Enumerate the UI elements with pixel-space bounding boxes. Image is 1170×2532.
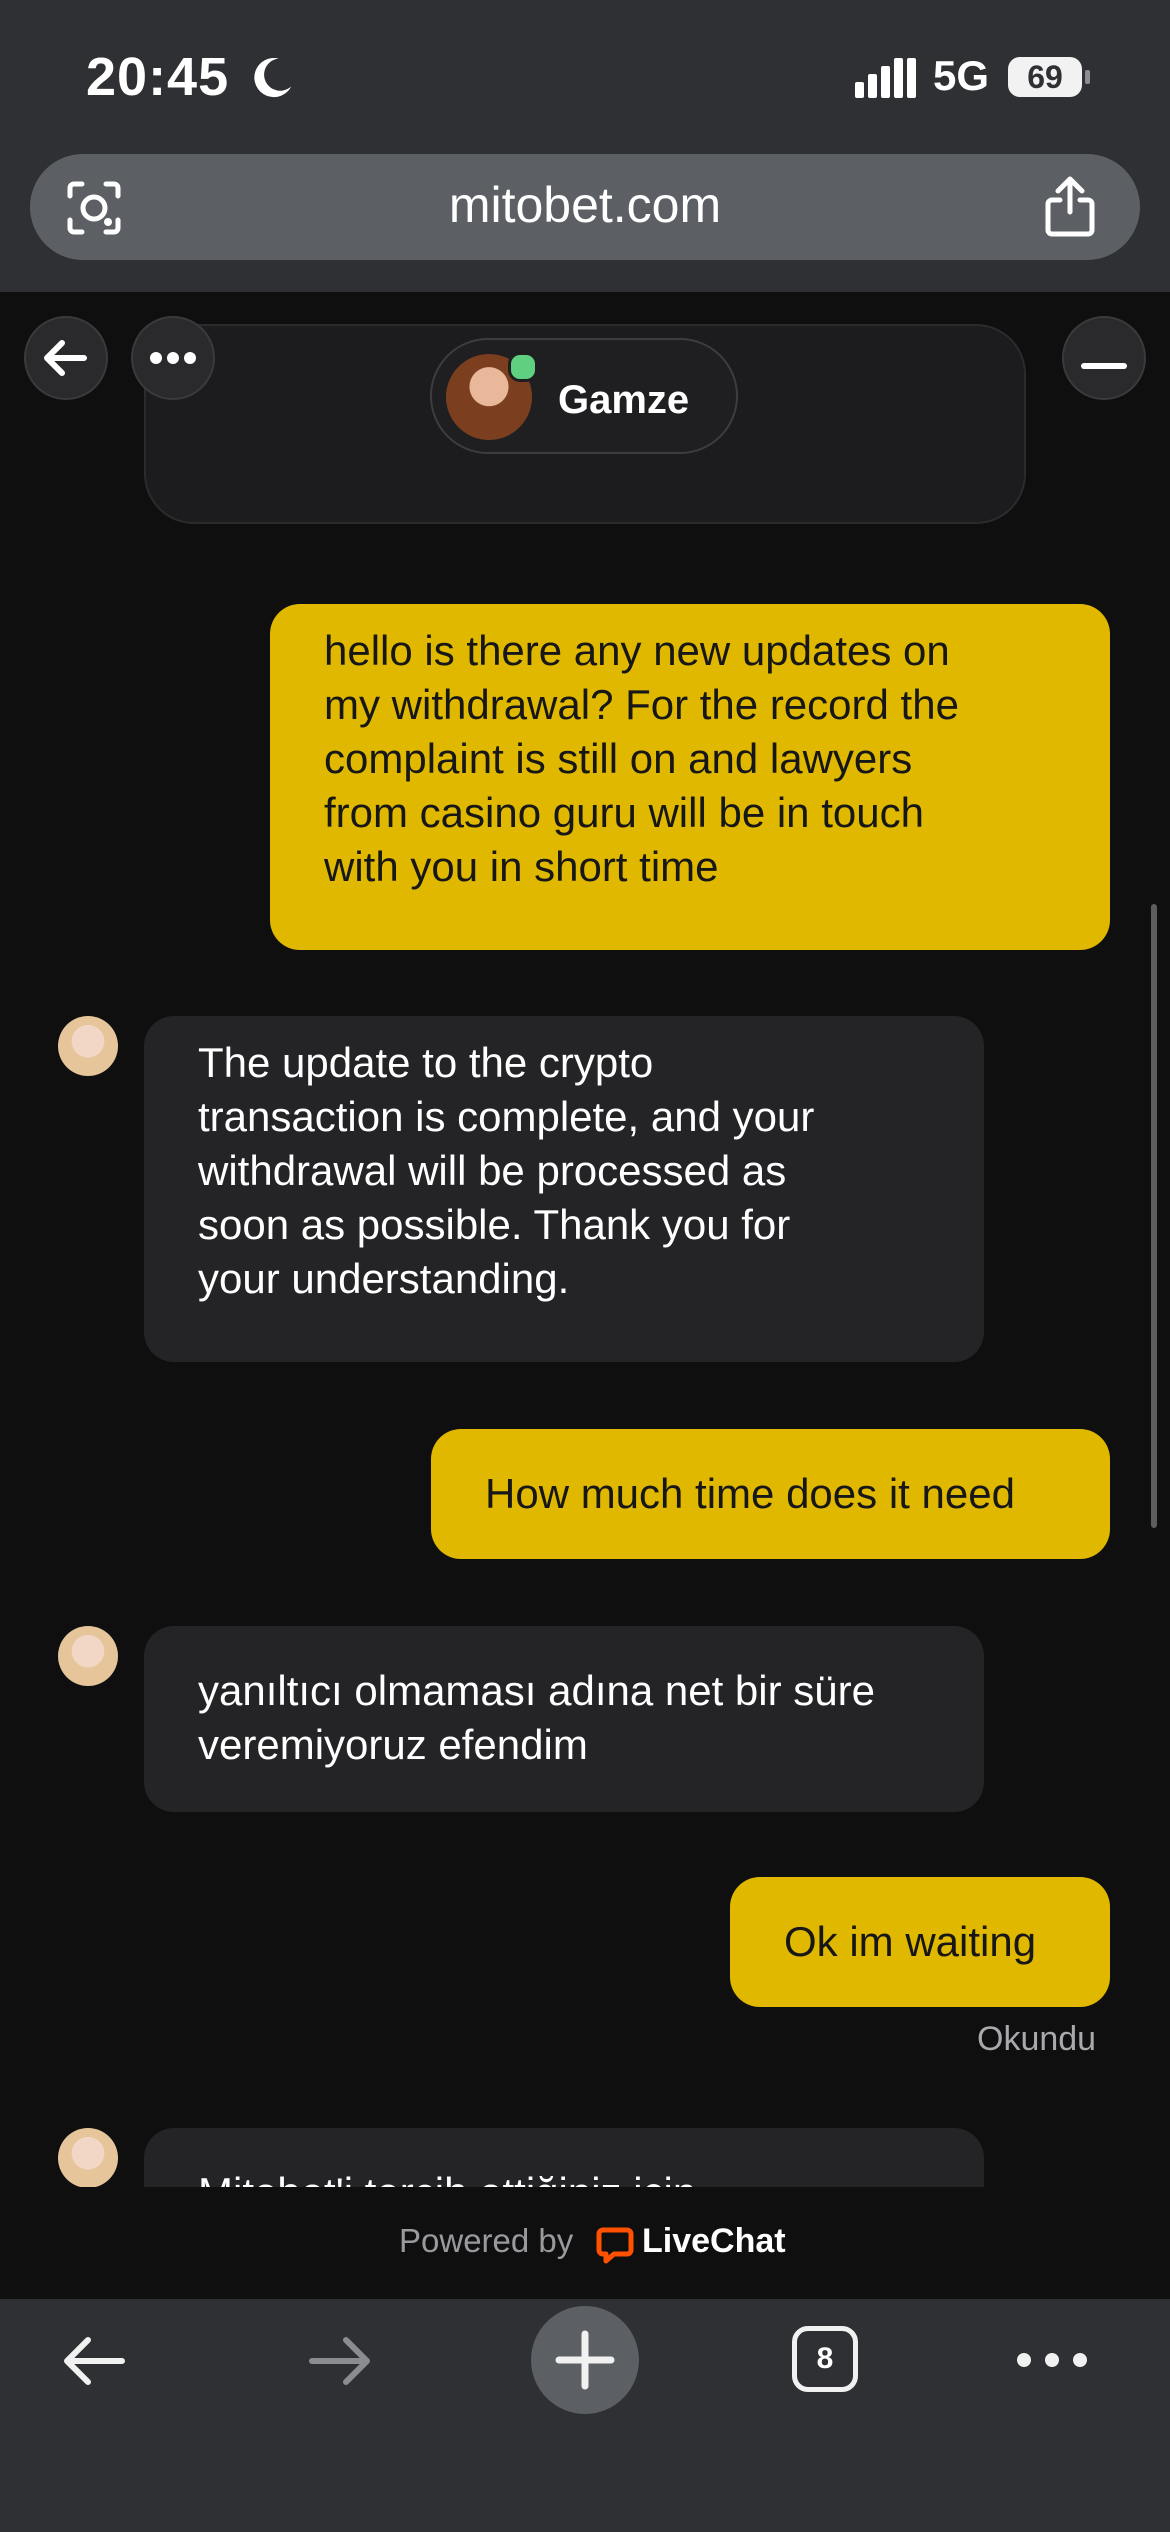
more-icon — [150, 352, 196, 364]
agent-name: Gamze — [558, 378, 690, 422]
signal-icon — [855, 58, 916, 98]
back-arrow-icon[interactable] — [56, 2328, 132, 2394]
agent-message: The update to the crypto transaction is … — [144, 1016, 984, 1362]
tabs-icon[interactable]: 8 — [792, 2326, 858, 2392]
online-status-dot — [508, 352, 538, 382]
minimize-icon — [1081, 363, 1127, 369]
powered-by-text: Powered by — [399, 2222, 574, 2259]
more-options-button[interactable] — [131, 316, 215, 400]
read-status: Okundu — [977, 2020, 1097, 2058]
user-message: How much time does it need — [431, 1429, 1110, 1559]
back-arrow-icon — [44, 340, 87, 376]
user-message: Ok im waiting — [730, 1877, 1110, 2007]
back-button[interactable] — [24, 316, 108, 400]
moon-icon — [254, 57, 292, 98]
powered-by-bar — [0, 2187, 1170, 2299]
agent-message-avatar — [58, 1626, 118, 1686]
livechat-logo-icon — [596, 2227, 634, 2264]
forward-arrow-icon[interactable] — [302, 2328, 378, 2394]
battery-indicator: 69 — [1008, 57, 1082, 97]
url-text[interactable]: mitobet.com — [0, 176, 1170, 234]
battery-tip — [1085, 70, 1090, 84]
minimize-button[interactable] — [1062, 316, 1146, 400]
agent-message-avatar — [58, 1016, 118, 1076]
network-type: 5G — [933, 52, 990, 99]
status-time: 20:45 — [86, 47, 230, 107]
chat-panel[interactable]: Gamze hello is there any new updates on … — [0, 292, 1170, 2188]
plus-icon[interactable] — [531, 2306, 639, 2414]
chat-scrollbar[interactable] — [1151, 904, 1157, 1528]
agent-message: Mitobet'i tercih ettiğiniz için — [144, 2128, 984, 2188]
share-icon[interactable] — [1042, 176, 1098, 238]
livechat-brand[interactable]: LiveChat — [642, 2222, 786, 2261]
agent-message-avatar — [58, 2128, 118, 2188]
agent-message: yanıltıcı olmaması adına net bir süre ve… — [144, 1626, 984, 1812]
user-message: hello is there any new updates on my wit… — [270, 604, 1110, 950]
more-icon[interactable] — [1014, 2340, 1090, 2380]
